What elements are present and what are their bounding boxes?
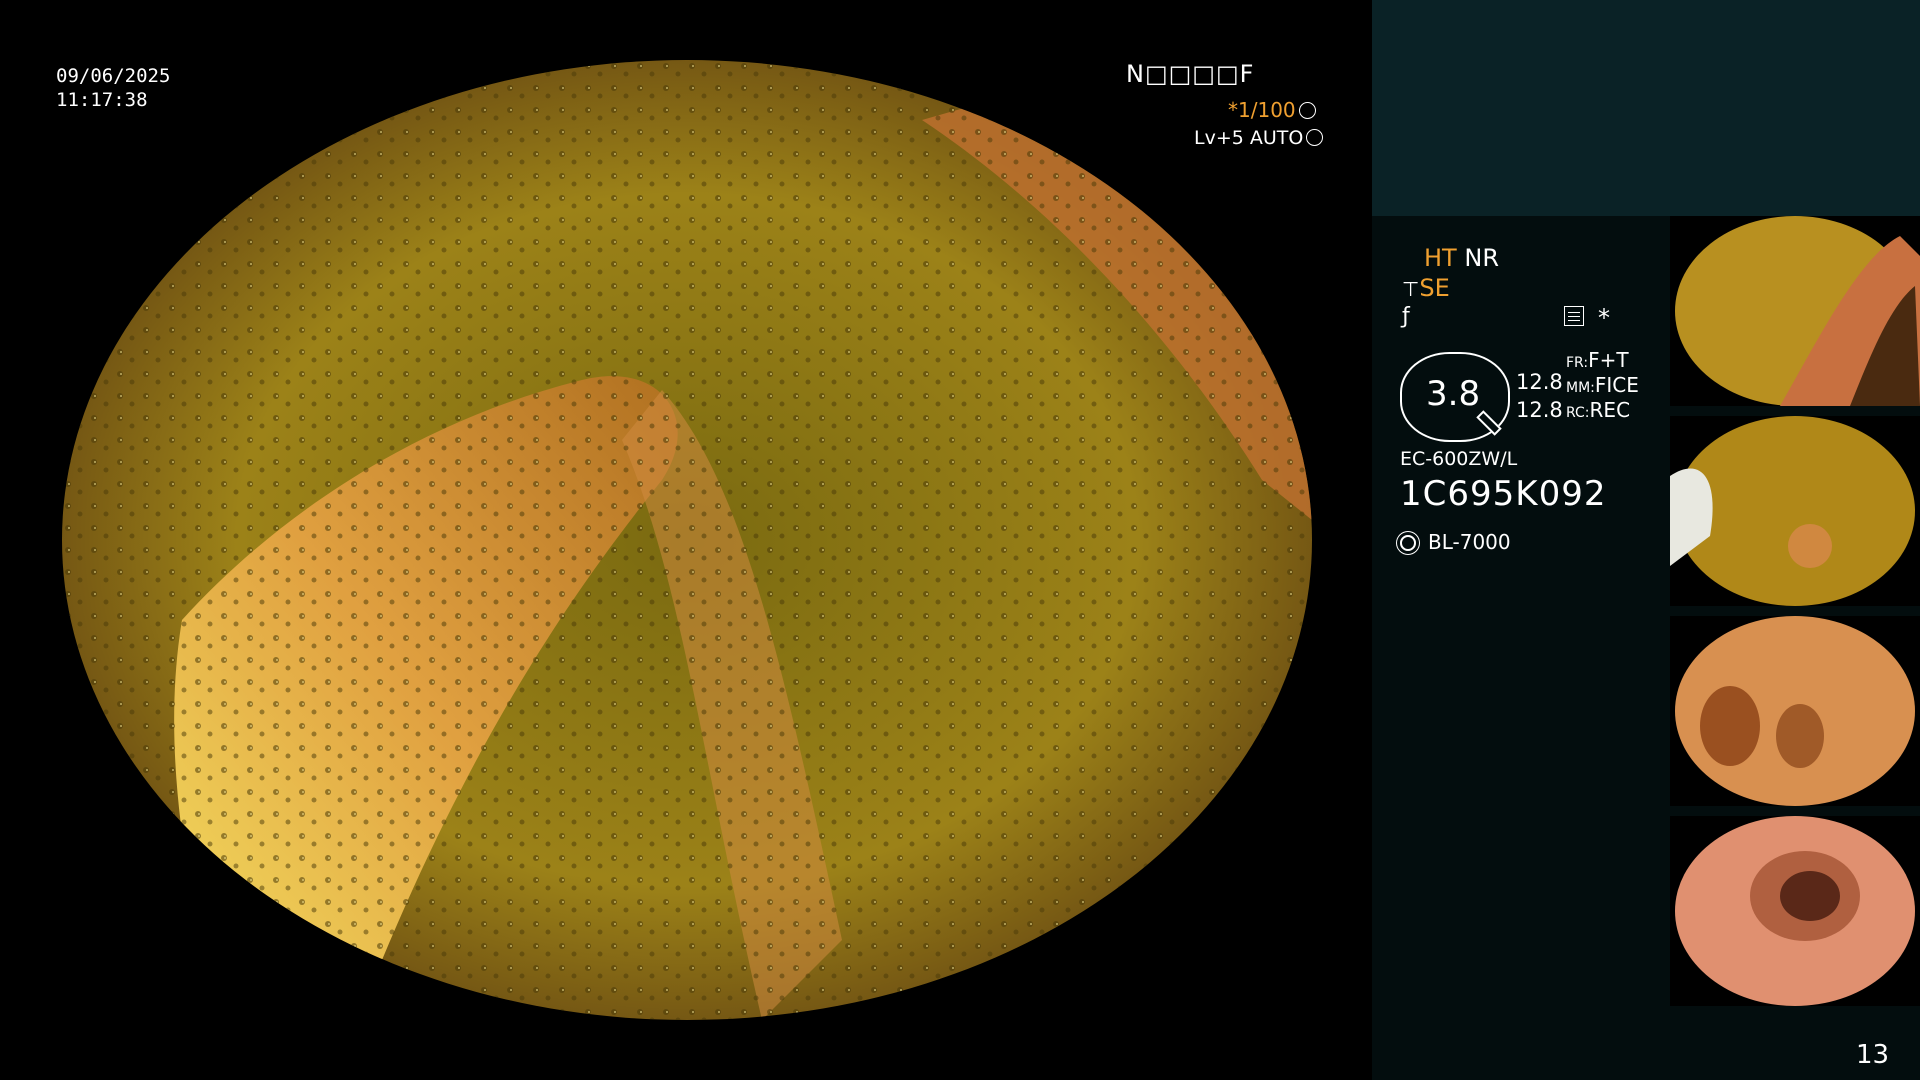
light-source-icon xyxy=(1400,535,1416,551)
iris-icon xyxy=(1306,129,1324,146)
se-status: ⊤SE xyxy=(1402,274,1450,302)
rc-row: RC:REC xyxy=(1566,398,1630,422)
nr-label: NR xyxy=(1464,244,1499,272)
endoscopic-image-graphic xyxy=(62,60,1312,1020)
ht-nr-status: HT NR xyxy=(1424,244,1499,272)
fr-row: FR:F+T xyxy=(1566,348,1629,372)
endoscopic-image xyxy=(62,60,1312,1020)
page-number: 13 xyxy=(1856,1040,1890,1070)
thumbnail-1-image xyxy=(1670,216,1920,406)
ht-label: HT xyxy=(1424,244,1457,272)
thumbnail-3-image xyxy=(1670,616,1920,806)
brightness-level: Lv+5 AUTO xyxy=(1194,126,1324,150)
value-row-2: 12.8 xyxy=(1516,398,1563,422)
date-text: 09/06/2025 xyxy=(56,65,171,87)
thumbnail-1[interactable] xyxy=(1670,216,1920,406)
fr-label: FR: xyxy=(1566,355,1589,371)
rc-label: RC: xyxy=(1566,405,1590,421)
shutter-speed: *1/100 xyxy=(1228,98,1316,122)
thumbnail-3[interactable] xyxy=(1670,616,1920,806)
rc-value: REC xyxy=(1589,398,1631,422)
freeze-icon: ƒ xyxy=(1402,304,1410,329)
dial-value: 3.8 xyxy=(1426,374,1481,414)
mm-row: MM:FICE xyxy=(1566,373,1639,397)
structure-enhance-icon: ⊤ xyxy=(1402,277,1420,301)
se-label: SE xyxy=(1419,274,1450,302)
datetime-display: 09/06/2025 11:17:38 xyxy=(56,64,170,112)
patient-id: N□□□□F xyxy=(1126,60,1255,88)
scope-serial: 1C695K092 xyxy=(1400,474,1607,514)
mm-label: MM: xyxy=(1566,380,1595,396)
asterisk-icon: * xyxy=(1598,304,1610,332)
scope-model: EC-600ZW/L xyxy=(1400,448,1518,470)
menu-mode-icon xyxy=(1564,306,1584,326)
value-row-1: 12.8 xyxy=(1516,370,1563,394)
shutter-text: *1/100 xyxy=(1228,98,1296,122)
endoscope-main-view: 09/06/2025 11:17:38 N□□□□F *1/100 Lv+5 A… xyxy=(0,0,1372,1080)
time-text: 11:17:38 xyxy=(56,89,148,111)
thumbnail-4[interactable] xyxy=(1670,816,1920,1006)
thumbnail-4-image xyxy=(1670,816,1920,1006)
shutter-icon xyxy=(1298,102,1316,119)
light-source-label: BL-7000 xyxy=(1428,530,1511,554)
info-sidebar: HT NR ⊤SE ƒ * 3.8 12.8 12.8 FR:F+T MM:FI… xyxy=(1372,0,1920,1080)
thumbnail-2-image xyxy=(1670,416,1920,606)
level-text: Lv+5 AUTO xyxy=(1194,127,1304,149)
thumbnail-2[interactable] xyxy=(1670,416,1920,606)
light-source: BL-7000 xyxy=(1400,530,1511,554)
sidebar-header xyxy=(1372,0,1920,216)
fr-value: F+T xyxy=(1588,348,1629,372)
mm-value: FICE xyxy=(1594,373,1639,397)
